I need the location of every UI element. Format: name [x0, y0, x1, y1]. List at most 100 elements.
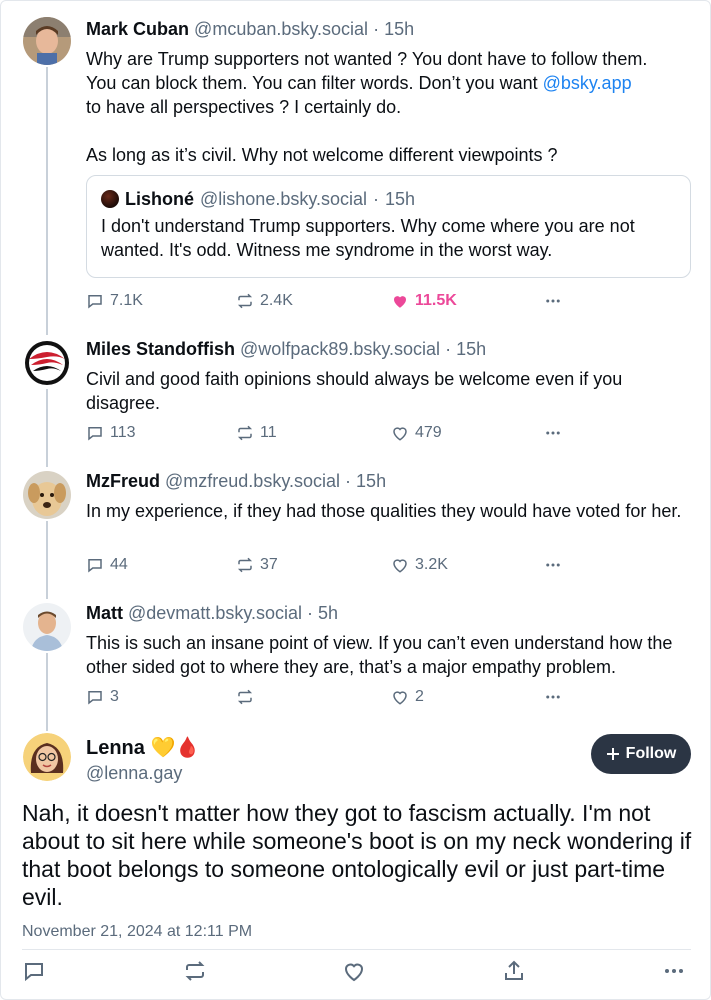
like-count: 2	[415, 688, 424, 705]
repost-button[interactable]: 11	[236, 421, 277, 445]
thread-line	[46, 67, 48, 335]
share-icon	[505, 960, 523, 980]
more-options-button[interactable]	[544, 553, 562, 577]
reply-button[interactable]: 3	[86, 685, 119, 709]
post-time[interactable]: 15h	[384, 19, 414, 39]
more-horizontal-icon	[665, 969, 683, 973]
repost-button[interactable]: 37	[236, 553, 278, 577]
avatar[interactable]	[23, 17, 71, 65]
author-handle[interactable]: @wolfpack89.bsky.social	[240, 339, 440, 359]
more-options-button[interactable]	[544, 685, 562, 709]
name-emoji: 💛🩸	[150, 737, 201, 759]
repost-button[interactable]	[183, 959, 209, 985]
quote-time: 15h	[385, 189, 416, 209]
separator-dot: ·	[307, 603, 314, 623]
repost-icon	[185, 961, 205, 981]
reply-count: 44	[110, 556, 128, 573]
post-time[interactable]: 15h	[456, 339, 486, 359]
post-text-segment: You can block them. You can filter words…	[86, 73, 543, 93]
post-actions: 7.1K 2.4K 11.5K	[86, 289, 586, 313]
avatar[interactable]	[23, 471, 71, 519]
heart-filled-icon	[394, 296, 406, 308]
reply-count: 113	[110, 424, 136, 441]
more-options-button[interactable]	[544, 289, 562, 313]
post-text: Civil and good faith opinions should alw…	[86, 369, 623, 413]
post-thread-view: Mark Cuban @mcuban.bsky.social · 15h Why…	[0, 0, 711, 1000]
reply-icon	[88, 559, 102, 573]
repost-icon	[237, 557, 253, 573]
post-text-line: Why are Trump supporters not wanted ? Yo…	[86, 49, 648, 69]
reply-button[interactable]: 7.1K	[86, 289, 143, 313]
repost-icon	[237, 689, 253, 705]
post-text: Nah, it doesn't matter how they got to f…	[22, 800, 692, 910]
thread-line	[46, 521, 48, 599]
avatar[interactable]	[23, 339, 71, 387]
main-author: Lenna 💛🩸 @lenna.gay	[86, 735, 200, 785]
like-button[interactable]: 2	[391, 685, 424, 709]
author-name[interactable]: Mark Cuban	[86, 19, 189, 39]
repost-button[interactable]: 2.4K	[236, 289, 293, 313]
reply-icon	[25, 963, 43, 982]
divider	[22, 949, 691, 950]
like-button[interactable]: 11.5K	[391, 289, 457, 313]
post-actions: 113 11 479	[86, 421, 586, 445]
post-header: Miles Standoffish @wolfpack89.bsky.socia…	[86, 337, 694, 361]
post-header: Mark Cuban @mcuban.bsky.social · 15h	[86, 17, 694, 41]
like-count: 11.5K	[415, 292, 457, 309]
more-horizontal-icon	[546, 299, 560, 303]
like-button[interactable]	[342, 959, 368, 985]
author-name[interactable]: Miles Standoffish	[86, 339, 235, 359]
reply-count: 7.1K	[110, 292, 143, 309]
avatar[interactable]	[23, 603, 71, 651]
post-time[interactable]: 5h	[318, 603, 338, 623]
repost-count: 2.4K	[260, 292, 293, 309]
author-name[interactable]: Matt	[86, 603, 123, 623]
like-button[interactable]: 3.2K	[391, 553, 448, 577]
reply-icon	[88, 427, 102, 441]
more-options-button[interactable]	[662, 959, 688, 985]
reply-button[interactable]: 44	[86, 553, 128, 577]
share-button[interactable]	[502, 959, 528, 985]
repost-count: 11	[260, 424, 277, 441]
thread-line	[46, 653, 48, 731]
reply-count: 3	[110, 688, 119, 705]
more-horizontal-icon	[546, 695, 560, 699]
separator-dot: ·	[373, 19, 380, 39]
author-handle[interactable]: @lenna.gay	[86, 761, 200, 785]
post-text: In my experience, if they had those qual…	[86, 501, 682, 521]
like-button[interactable]: 479	[391, 421, 442, 445]
thread-line	[46, 389, 48, 467]
follow-button[interactable]: Follow	[591, 734, 691, 774]
post-text-line: As long as it’s civil. Why not welcome d…	[86, 145, 558, 165]
repost-button[interactable]	[236, 685, 260, 709]
heart-icon	[344, 963, 364, 982]
plus-icon	[606, 748, 619, 760]
author-name[interactable]: Lenna	[86, 737, 145, 759]
like-count: 3.2K	[415, 556, 448, 573]
more-options-button[interactable]	[544, 421, 562, 445]
author-name[interactable]: MzFreud	[86, 471, 160, 491]
avatar[interactable]	[23, 733, 71, 781]
repost-count: 37	[260, 556, 278, 573]
author-handle[interactable]: @mzfreud.bsky.social	[165, 471, 340, 491]
reply-button[interactable]	[22, 959, 48, 985]
quoted-post[interactable]: Lishoné @lishone.bsky.social · 15h I don…	[86, 175, 691, 278]
reply-button[interactable]: 113	[86, 421, 136, 445]
main-post-actions	[22, 959, 691, 985]
quote-author-name: Lishoné	[125, 189, 195, 209]
quote-author-handle: @lishone.bsky.social	[200, 189, 368, 209]
heart-icon	[393, 427, 407, 441]
post-timestamp[interactable]: November 21, 2024 at 12:11 PM	[22, 923, 252, 941]
heart-icon	[393, 559, 407, 573]
mention-link[interactable]: @bsky.app	[543, 73, 632, 93]
main-author-line: Lenna 💛🩸	[86, 735, 200, 761]
author-handle[interactable]: @mcuban.bsky.social	[194, 19, 368, 39]
quote-header: Lishoné @lishone.bsky.social · 15h	[101, 188, 676, 210]
author-handle[interactable]: @devmatt.bsky.social	[128, 603, 302, 623]
post-text: Why are Trump supporters not wanted ? Yo…	[86, 47, 694, 167]
repost-icon	[237, 293, 253, 309]
post-time[interactable]: 15h	[356, 471, 386, 491]
quote-text: I don't understand Trump supporters. Why…	[101, 216, 635, 260]
reply-icon	[88, 295, 102, 309]
post-text: This is such an insane point of view. If…	[86, 633, 673, 677]
